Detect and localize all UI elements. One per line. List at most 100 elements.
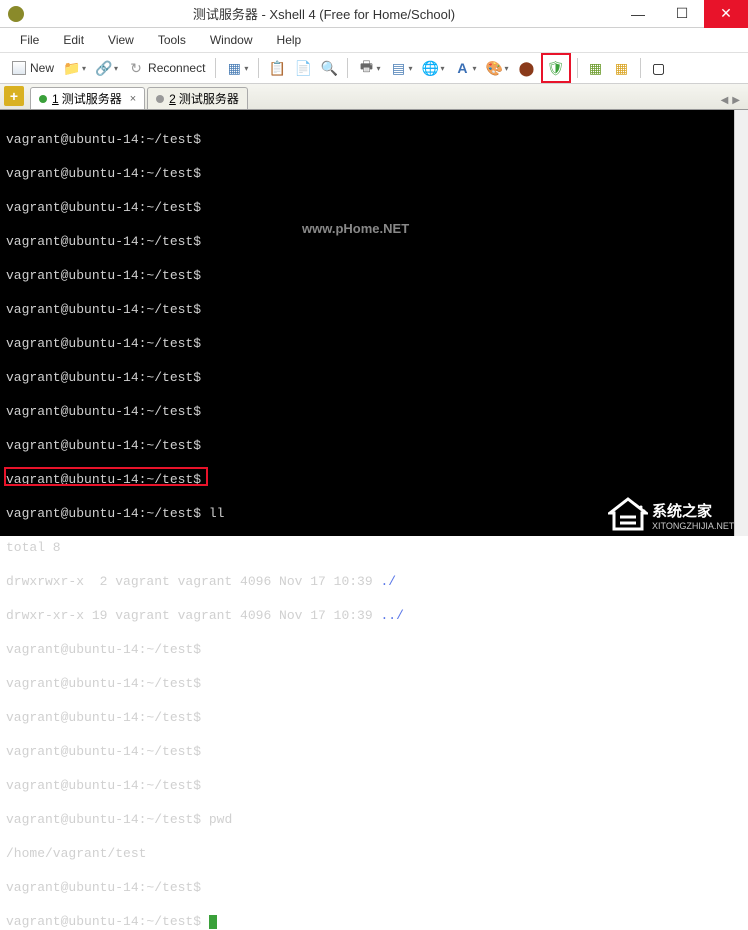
status-dot-icon (39, 95, 47, 103)
dropdown-icon: ▾ (82, 64, 86, 73)
terminal-line: vagrant@ubuntu-14:~/test$ pwd (6, 812, 232, 827)
terminal-line: vagrant@ubuntu-14:~/test$ (6, 472, 201, 487)
terminal-line: vagrant@ubuntu-14:~/test$ (6, 404, 201, 419)
new-icon (12, 61, 26, 75)
tile-h-button[interactable]: ▦ (584, 56, 608, 80)
tile-h-icon: ▦ (588, 60, 604, 76)
terminal-line: vagrant@ubuntu-14:~/test$ (6, 438, 201, 453)
open-button[interactable]: 📁 ▾ (60, 56, 90, 80)
window-controls: — ☐ ✕ (616, 0, 748, 28)
ascii-icon: ▤ (390, 60, 406, 76)
tab-label: 测试服务器 (62, 90, 122, 107)
tab-scroll: ◀ ▶ (721, 95, 744, 109)
dropdown-icon: ▾ (114, 64, 118, 73)
ascii-button[interactable]: ▤ ▾ (386, 56, 416, 80)
window-title: 测试服务器 - Xshell 4 (Free for Home/School) (32, 4, 616, 23)
menu-edit[interactable]: Edit (53, 30, 94, 50)
terminal-line: vagrant@ubuntu-14:~/test$ (6, 370, 201, 385)
properties-button[interactable]: ▦ ▾ (222, 56, 252, 80)
tab-session-2[interactable]: 2 测试服务器 (147, 87, 248, 109)
globe-icon: 🌐 (422, 60, 438, 76)
copy-icon: 📋 (269, 60, 285, 76)
font-icon: A (454, 60, 470, 76)
tile-v-icon: ▦ (614, 60, 630, 76)
terminal-line: vagrant@ubuntu-14:~/test$ (6, 234, 201, 249)
print-button[interactable]: 🖶 ▾ (354, 56, 384, 80)
color-scheme-button[interactable]: 🎨 ▾ (483, 56, 513, 80)
tile-v-button[interactable]: ▦ (610, 56, 634, 80)
terminal-pane[interactable]: vagrant@ubuntu-14:~/test$ vagrant@ubuntu… (0, 110, 748, 536)
font-button[interactable]: A ▾ (450, 56, 480, 80)
app-icon (8, 6, 24, 22)
link-icon: 🔗 (96, 60, 112, 76)
tab-scroll-left[interactable]: ◀ (721, 95, 729, 106)
terminal-line: vagrant@ubuntu-14:~/test$ ll (6, 506, 224, 521)
reconnect-button[interactable]: ↻ Reconnect (124, 56, 209, 80)
terminal-line: vagrant@ubuntu-14:~/test$ (6, 710, 201, 725)
palette-icon: 🎨 (487, 60, 503, 76)
terminal-line: vagrant@ubuntu-14:~/test$ (6, 302, 201, 317)
cursor-icon (209, 915, 217, 929)
new-session-button[interactable]: New (8, 56, 58, 80)
encoding-button[interactable]: 🌐 ▾ (418, 56, 448, 80)
terminal-line: vagrant@ubuntu-14:~/test$ (6, 166, 201, 181)
menu-bar: File Edit View Tools Window Help (0, 28, 748, 52)
status-dot-icon (156, 95, 164, 103)
dropdown-icon: ▾ (505, 64, 509, 73)
tab-session-1[interactable]: 1 测试服务器 × (30, 87, 145, 109)
separator (215, 58, 216, 78)
find-icon: 🔍 (321, 60, 337, 76)
disconnect-button[interactable]: 🔗 ▾ (92, 56, 122, 80)
menu-window[interactable]: Window (200, 30, 263, 50)
titlebar: 测试服务器 - Xshell 4 (Free for Home/School) … (0, 0, 748, 28)
fullscreen-icon: ▢ (651, 60, 667, 76)
minimize-button[interactable]: — (616, 0, 660, 28)
terminal-line: vagrant@ubuntu-14:~/test$ (6, 200, 201, 215)
tab-bar: + 1 测试服务器 × 2 测试服务器 ◀ ▶ (0, 84, 748, 110)
tab-number: 2 (169, 92, 176, 106)
menu-help[interactable]: Help (267, 30, 312, 50)
close-button[interactable]: ✕ (704, 0, 748, 28)
terminal-line: vagrant@ubuntu-14:~/test$ (6, 676, 201, 691)
terminal-line: /home/vagrant/test (6, 846, 146, 861)
maximize-button[interactable]: ☐ (660, 0, 704, 28)
separator (347, 58, 348, 78)
dropdown-icon: ▾ (376, 64, 380, 73)
vertical-scrollbar[interactable] (734, 110, 748, 536)
dropdown-icon: ▾ (408, 64, 412, 73)
terminal-line: vagrant@ubuntu-14:~/test$ (6, 268, 201, 283)
reconnect-icon: ↻ (128, 60, 144, 76)
separator (577, 58, 578, 78)
menu-view[interactable]: View (98, 30, 144, 50)
copy-button[interactable]: 📋 (265, 56, 289, 80)
menu-file[interactable]: File (10, 30, 49, 50)
tab-number: 1 (52, 92, 59, 106)
find-button[interactable]: 🔍 (317, 56, 341, 80)
separator (640, 58, 641, 78)
print-icon: 🖶 (358, 60, 374, 76)
terminal-line: drwxrwxr-x 2 vagrant vagrant 4096 Nov 17… (6, 574, 396, 589)
tab-scroll-right[interactable]: ▶ (732, 95, 740, 106)
terminal-line: drwxr-xr-x 19 vagrant vagrant 4096 Nov 1… (6, 608, 404, 623)
dropdown-icon: ▾ (440, 64, 444, 73)
menu-tools[interactable]: Tools (148, 30, 196, 50)
paste-button[interactable]: 📄 (291, 56, 315, 80)
terminal-line: vagrant@ubuntu-14:~/test$ (6, 336, 201, 351)
terminal-line: vagrant@ubuntu-14:~/test$ (6, 642, 201, 657)
xftp-button[interactable]: 🛡 (544, 56, 568, 80)
tab-close-icon[interactable]: × (130, 93, 136, 105)
script-button[interactable]: ⬤ (515, 56, 539, 80)
folder-icon: 📁 (64, 60, 80, 76)
terminal-line: total 8 (6, 540, 61, 555)
reconnect-label: Reconnect (148, 61, 205, 75)
add-tab-button[interactable]: + (4, 86, 24, 106)
xftp-highlight: 🛡 (541, 53, 571, 83)
xftp-icon: 🛡 (548, 60, 564, 76)
watermark: www.pHome.NET (302, 220, 409, 237)
toolbar: New 📁 ▾ 🔗 ▾ ↻ Reconnect ▦ ▾ 📋 📄 🔍 🖶 ▾ ▤ … (0, 52, 748, 84)
terminal-line: vagrant@ubuntu-14:~/test$ (6, 778, 201, 793)
new-label: New (30, 61, 54, 75)
terminal-line: vagrant@ubuntu-14:~/test$ (6, 914, 217, 929)
fullscreen-button[interactable]: ▢ (647, 56, 671, 80)
dropdown-icon: ▾ (244, 64, 248, 73)
